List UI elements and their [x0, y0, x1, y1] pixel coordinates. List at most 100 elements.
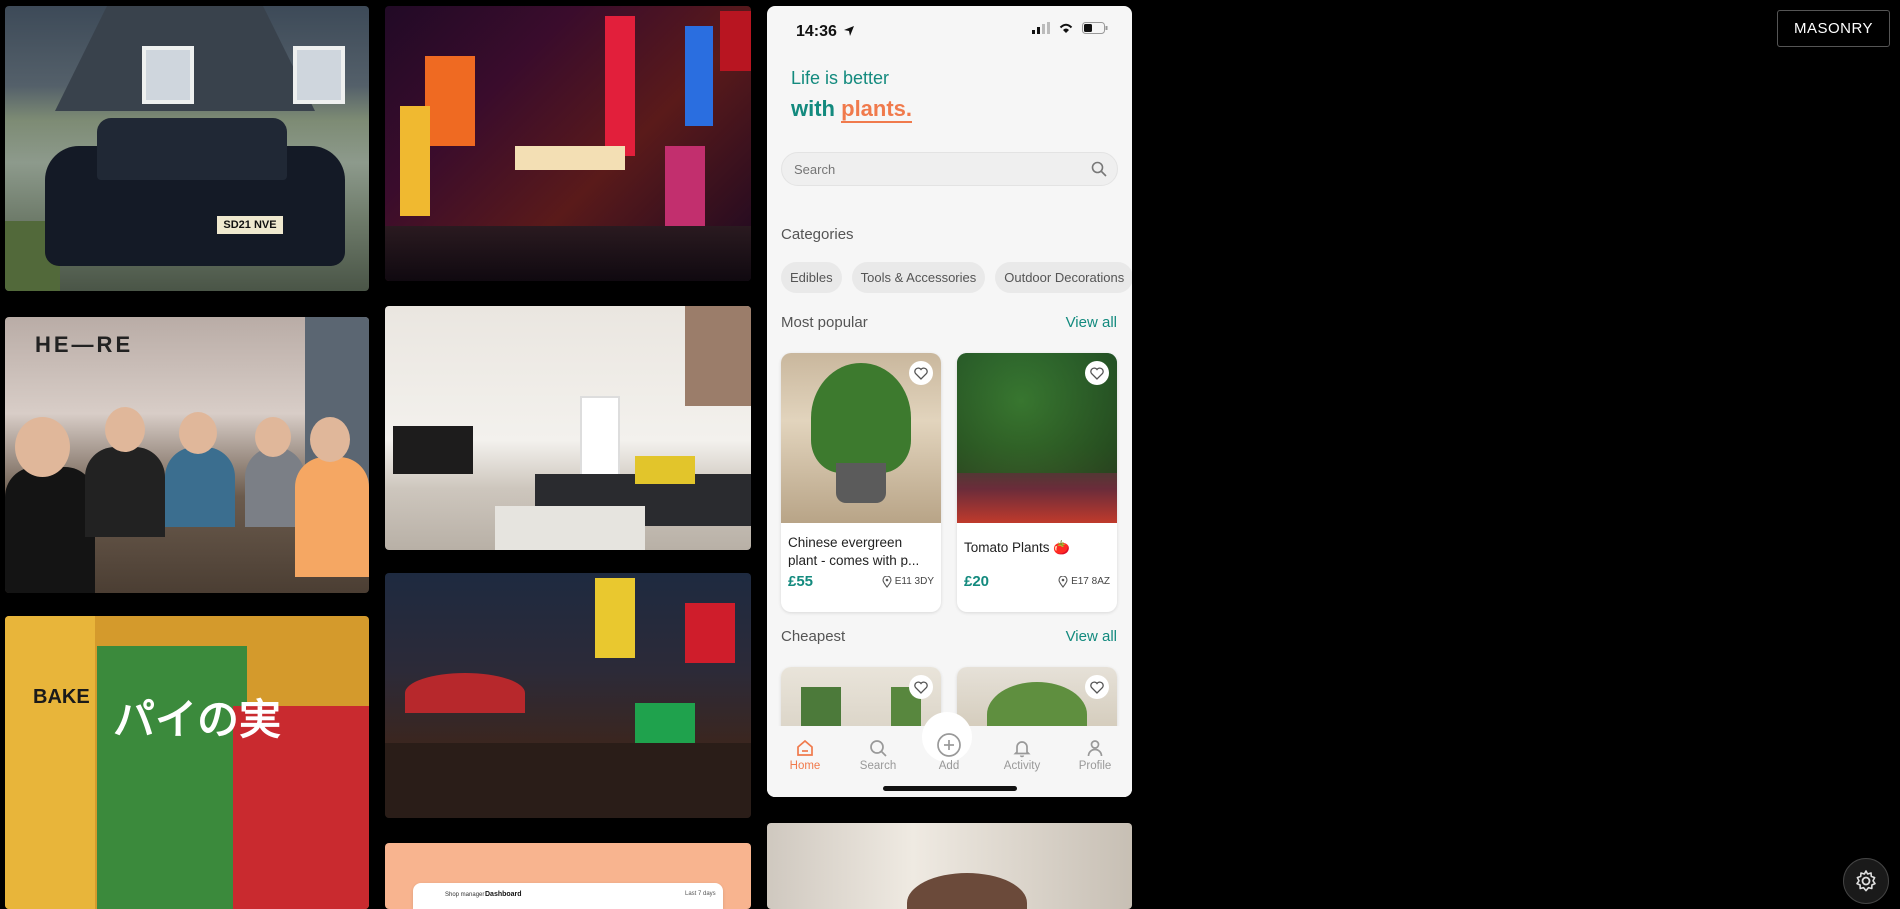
tab-home[interactable]: Home — [775, 738, 835, 772]
photo-night-market[interactable] — [385, 573, 751, 818]
hero-prefix: with — [791, 96, 835, 121]
product-name: Tomato Plants 🍅 — [964, 540, 1071, 555]
heart-icon — [914, 680, 928, 694]
photo-car[interactable]: SD21 NVE — [5, 6, 369, 291]
home-indicator — [883, 786, 1017, 791]
product-location: E11 3DY — [882, 575, 934, 588]
person — [165, 447, 235, 527]
neon-banner — [515, 146, 625, 170]
heart-icon — [1090, 680, 1104, 694]
photo-friends-pub[interactable]: HE—RE — [5, 317, 369, 593]
product-price: £55 — [788, 573, 814, 590]
neon-sign — [595, 578, 635, 658]
neon-sign — [720, 11, 751, 71]
tab-label: Activity — [1003, 760, 1041, 772]
person-head — [907, 873, 1027, 909]
snack-box — [5, 616, 95, 909]
cheapest-title: Cheapest — [781, 628, 846, 645]
photo-living-room[interactable] — [385, 306, 751, 550]
favorite-button[interactable] — [1085, 361, 1109, 385]
plant-pot — [836, 463, 886, 503]
cushion — [635, 456, 695, 484]
search-input[interactable] — [782, 153, 1062, 185]
doorway — [580, 396, 620, 480]
tab-label: Profile — [1078, 760, 1112, 772]
product-image — [781, 353, 941, 523]
photo-selfie[interactable] — [767, 823, 1132, 909]
pub-sign: HE—RE — [35, 332, 134, 357]
snack-label: BAKE — [33, 686, 90, 708]
signal-icon — [1032, 22, 1050, 34]
wall-art — [685, 306, 751, 406]
dashboard-period: Last 7 days — [685, 891, 716, 897]
person — [85, 447, 165, 537]
most-popular-title: Most popular — [781, 314, 868, 331]
status-time: 14:36 — [796, 23, 837, 40]
favorite-button[interactable] — [909, 361, 933, 385]
plus-circle-icon — [937, 733, 961, 757]
product-footer: £20 E17 8AZ — [957, 567, 1117, 590]
product-card[interactable]: Tomato Plants 🍅 £20 E17 8AZ — [957, 353, 1117, 612]
tab-label: Add — [938, 760, 960, 772]
rug — [495, 506, 645, 550]
home-icon — [797, 739, 813, 756]
search-icon[interactable] — [1091, 161, 1107, 177]
status-icons — [1032, 22, 1108, 34]
chip-edibles[interactable]: Edibles — [781, 262, 842, 293]
person — [295, 457, 369, 577]
car-windshield — [97, 118, 287, 180]
person — [5, 467, 95, 593]
location-arrow-icon — [844, 26, 854, 36]
most-popular-view-all[interactable]: View all — [1066, 314, 1117, 331]
face — [255, 417, 291, 457]
neon-sign — [425, 56, 475, 146]
photo-dashboard-mockup[interactable]: Shop manager Dashboard Last 7 days — [385, 843, 751, 909]
tab-label: Home — [789, 760, 821, 772]
product-postcode: E17 8AZ — [1071, 576, 1110, 587]
neon-sign — [685, 603, 735, 663]
dashboard-title: Dashboard — [485, 891, 522, 898]
umbrella — [405, 673, 525, 713]
product-footer: £55 E11 3DY — [781, 567, 941, 590]
plant-leaves — [811, 363, 911, 473]
user-icon — [1087, 740, 1103, 757]
television — [393, 426, 473, 474]
favorite-button[interactable] — [909, 675, 933, 699]
tab-label: Search — [859, 760, 897, 772]
heart-icon — [914, 366, 928, 380]
house-window — [142, 46, 194, 104]
neon-sign — [665, 146, 705, 226]
categories-title: Categories — [781, 226, 854, 243]
product-image — [957, 353, 1117, 523]
gear-icon — [1856, 870, 1876, 892]
photo-snacks[interactable]: BAKE パイの実 — [5, 616, 369, 909]
location-pin-icon — [1058, 575, 1068, 588]
number-plate: SD21 NVE — [217, 216, 283, 234]
chip-outdoor-decorations[interactable]: Outdoor Decorations — [995, 262, 1132, 293]
tab-search[interactable]: Search — [848, 738, 908, 772]
street — [385, 226, 751, 281]
chip-tools-accessories[interactable]: Tools & Accessories — [851, 262, 986, 293]
tab-profile[interactable]: Profile — [1065, 738, 1125, 772]
face — [105, 407, 145, 452]
settings-button[interactable] — [1843, 858, 1889, 904]
battery-icon — [1082, 22, 1108, 34]
favorite-button[interactable] — [1085, 675, 1109, 699]
crowd — [385, 743, 751, 818]
tab-add[interactable]: Add — [919, 733, 979, 772]
wifi-icon — [1059, 23, 1073, 33]
tab-activity[interactable]: Activity — [992, 738, 1052, 772]
face — [15, 417, 70, 477]
product-price: £20 — [964, 573, 990, 590]
masonry-button[interactable]: MASONRY — [1777, 10, 1890, 47]
photo-neon-street[interactable] — [385, 6, 751, 281]
product-postcode: E11 3DY — [894, 576, 934, 587]
bell-icon — [1013, 741, 1031, 758]
hero-accent: plants. — [841, 96, 913, 123]
search-bar[interactable] — [781, 152, 1118, 186]
product-card[interactable]: Chinese evergreen plant - comes with p..… — [781, 353, 941, 612]
cheapest-view-all[interactable]: View all — [1066, 628, 1117, 645]
search-icon — [870, 740, 887, 757]
product-name: Chinese evergreen plant - comes with p..… — [788, 535, 920, 567]
location-pin-icon — [882, 575, 892, 588]
